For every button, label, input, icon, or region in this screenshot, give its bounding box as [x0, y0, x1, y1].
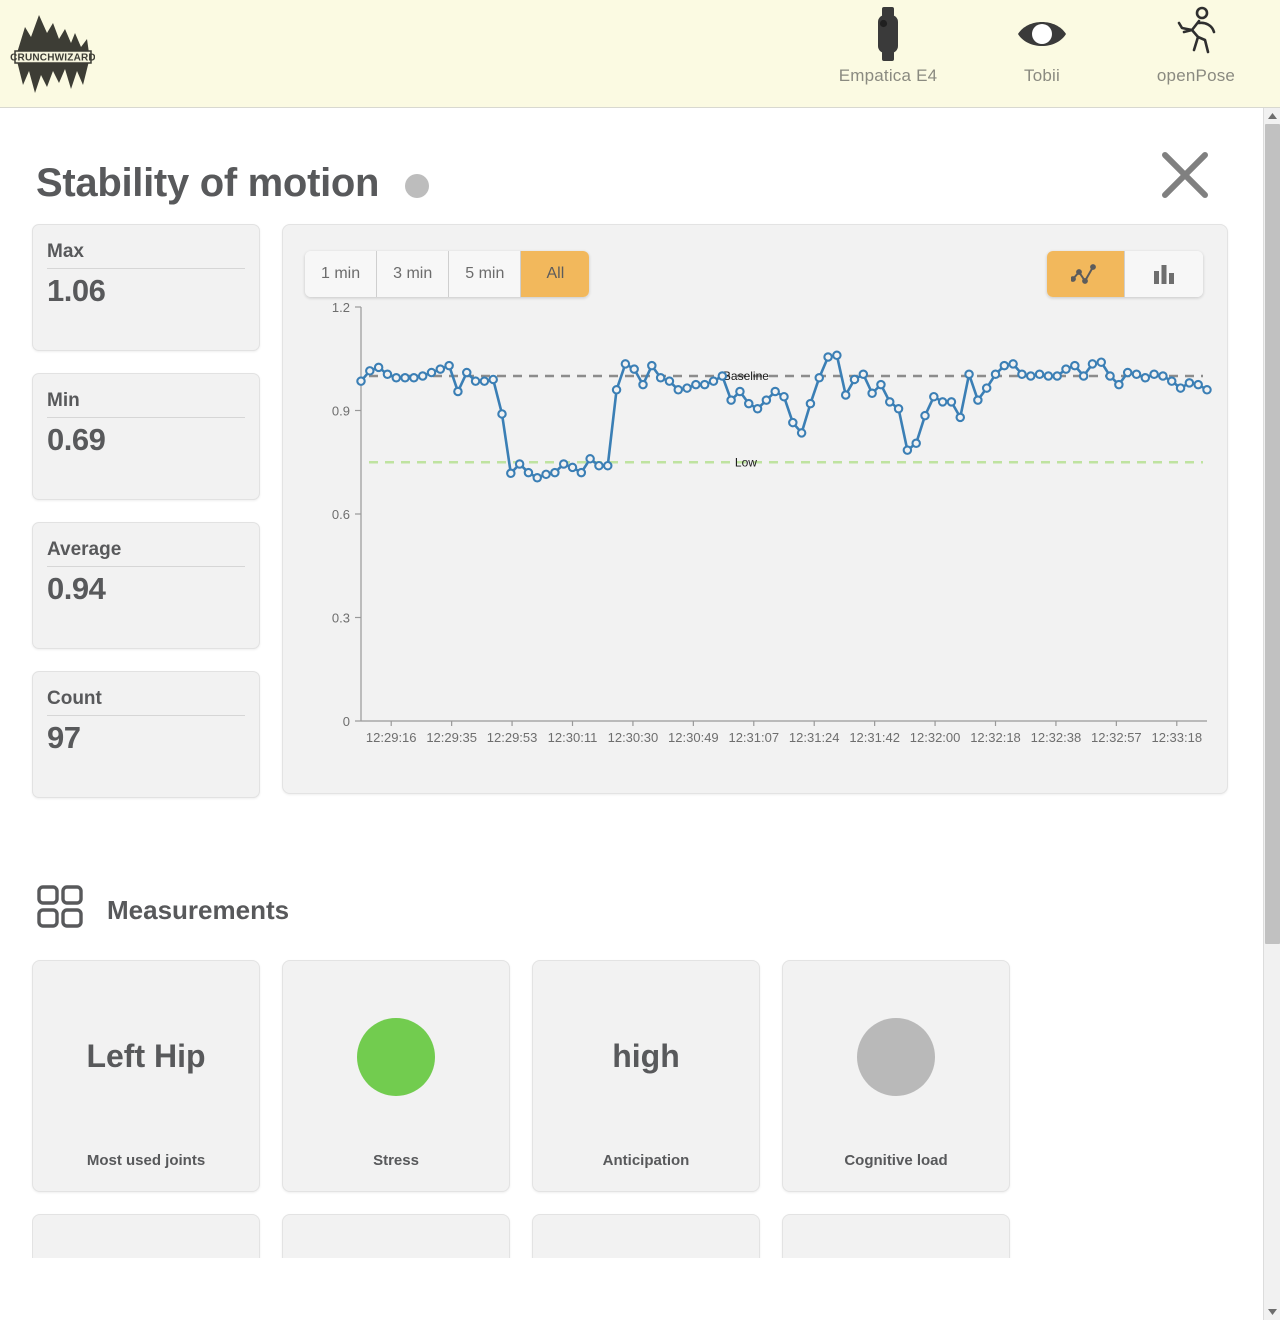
page-scroll-region: Stability of motion Max 1.06 Min 0.69 Av…	[0, 108, 1280, 1320]
range-button-all[interactable]: All	[521, 251, 590, 297]
svg-text:12:31:07: 12:31:07	[728, 730, 779, 745]
svg-text:12:29:35: 12:29:35	[426, 730, 477, 745]
app-header: CRUNCHWIZARD Empatica E4 Tobii openPose	[0, 0, 1280, 108]
device-empatica-e4[interactable]: Empatica E4	[834, 6, 942, 86]
smartwatch-icon	[870, 6, 906, 62]
stat-value: 0.69	[47, 422, 106, 457]
svg-text:CRUNCHWIZARD: CRUNCHWIZARD	[10, 52, 95, 63]
svg-text:Low: Low	[735, 455, 757, 469]
logo-mountain-icon: CRUNCHWIZARD	[10, 14, 95, 93]
svg-text:0: 0	[343, 714, 350, 729]
stat-label: Average	[47, 539, 245, 567]
svg-text:12:30:49: 12:30:49	[668, 730, 719, 745]
range-button-1min[interactable]: 1 min	[305, 251, 378, 297]
measure-label: Cognitive load	[844, 1152, 948, 1169]
measure-value: high	[533, 961, 759, 1152]
section-title: Measurements	[107, 895, 290, 925]
close-icon[interactable]	[1154, 144, 1216, 206]
measure-label: Most used joints	[86, 1152, 206, 1169]
svg-text:12:32:18: 12:32:18	[970, 730, 1021, 745]
svg-text:12:31:24: 12:31:24	[789, 730, 840, 745]
svg-text:12:33:18: 12:33:18	[1151, 730, 1202, 745]
svg-text:12:32:00: 12:32:00	[910, 730, 961, 745]
crunchwizard-logo[interactable]: CRUNCHWIZARD	[8, 8, 96, 100]
stat-value: 1.06	[47, 273, 106, 308]
stat-value: 0.94	[47, 571, 106, 606]
measurements-section: Measurements Left Hip Most used joints S…	[0, 798, 1268, 1258]
bar-chart-icon[interactable]	[1125, 251, 1203, 297]
range-button-5min[interactable]: 5 min	[449, 251, 522, 297]
stat-label: Max	[47, 241, 245, 269]
device-label: Tobii	[1024, 66, 1060, 85]
stat-label: Count	[47, 688, 245, 716]
analysis-area: Max 1.06 Min 0.69 Average 0.94 Count 97	[0, 214, 1268, 798]
svg-text:12:29:16: 12:29:16	[366, 730, 417, 745]
svg-text:12:31:42: 12:31:42	[849, 730, 900, 745]
device-openpose[interactable]: openPose	[1142, 6, 1250, 86]
measurement-card-grid-row2	[32, 1192, 1268, 1258]
scrollbar-thumb[interactable]	[1265, 124, 1280, 944]
measure-text: high	[612, 1038, 680, 1074]
measure-label: Stress	[373, 1152, 419, 1169]
stat-card-count: Count 97	[32, 671, 260, 798]
device-tobii[interactable]: Tobii	[988, 6, 1096, 86]
chart-type-toggle	[1047, 251, 1203, 297]
eye-icon	[1016, 6, 1068, 62]
svg-text:12:29:53: 12:29:53	[487, 730, 538, 745]
status-badge	[405, 174, 430, 198]
stat-card-max: Max 1.06	[32, 224, 260, 351]
measure-value: Left Hip	[33, 961, 259, 1152]
line-chart-icon[interactable]	[1047, 251, 1125, 297]
svg-text:Baseline: Baseline	[723, 369, 769, 383]
measurement-card-anticipation[interactable]: high Anticipation	[532, 960, 760, 1192]
stability-line-chart: 0 0.3 0.6 0.9 1.2 12:29:16 12:29:35 12:29:53 12:…	[332, 300, 1212, 745]
measurement-card-cognitive-load[interactable]: Cognitive load	[782, 960, 1010, 1192]
device-label: openPose	[1156, 66, 1236, 85]
page-title: Stability of motion	[36, 161, 380, 205]
measurement-card-row2[interactable]	[782, 1214, 1010, 1258]
stat-label: Min	[47, 390, 245, 418]
measurement-card-row2[interactable]	[32, 1214, 260, 1258]
svg-text:12:30:11: 12:30:11	[548, 730, 598, 745]
time-range-selector: 1 min 3 min 5 min All	[305, 251, 590, 297]
vertical-scrollbar[interactable]	[1263, 108, 1280, 1320]
svg-text:0.9: 0.9	[332, 404, 350, 419]
measurement-card-stress[interactable]: Stress	[282, 960, 510, 1192]
device-label: Empatica E4	[838, 66, 938, 85]
measure-text: Left Hip	[86, 1038, 206, 1074]
status-dot	[857, 1017, 935, 1096]
svg-text:0.6: 0.6	[332, 507, 350, 522]
measure-value	[783, 961, 1009, 1152]
chart-card: 1 min 3 min 5 min All 0 0.3 0.6 0.9 1.2 …	[282, 224, 1228, 794]
device-list: Empatica E4 Tobii openPose	[834, 6, 1250, 86]
chart-plot: 0 0.3 0.6 0.9 1.2 12:29:16 12:29:35 12:29:53 12:…	[283, 299, 1227, 769]
measure-label: Anticipation	[602, 1152, 690, 1169]
svg-text:1.2: 1.2	[332, 300, 350, 315]
running-person-icon	[1172, 6, 1220, 62]
svg-text:12:30:30: 12:30:30	[608, 730, 659, 745]
stat-card-min: Min 0.69	[32, 373, 260, 500]
svg-text:12:32:38: 12:32:38	[1031, 730, 1082, 745]
range-button-3min[interactable]: 3 min	[377, 251, 450, 297]
status-dot	[357, 1017, 435, 1096]
grid-icon	[35, 883, 85, 938]
measurement-card-grid: Left Hip Most used joints Stress high An…	[32, 938, 1268, 1192]
panel-header: Stability of motion	[0, 108, 1268, 214]
measurement-card-row2[interactable]	[282, 1214, 510, 1258]
measurement-card-row2[interactable]	[532, 1214, 760, 1258]
measurement-card-most-used-joints[interactable]: Left Hip Most used joints	[32, 960, 260, 1192]
scroll-up-icon[interactable]	[1264, 108, 1280, 124]
measurements-header: Measurements	[32, 883, 1268, 938]
summary-stats: Max 1.06 Min 0.69 Average 0.94 Count 97	[32, 224, 260, 798]
stat-value: 97	[47, 720, 81, 755]
stat-card-average: Average 0.94	[32, 522, 260, 649]
svg-text:0.3: 0.3	[332, 611, 350, 626]
svg-text:12:32:57: 12:32:57	[1091, 730, 1142, 745]
scroll-down-icon[interactable]	[1264, 1304, 1280, 1320]
measure-value	[283, 961, 509, 1152]
